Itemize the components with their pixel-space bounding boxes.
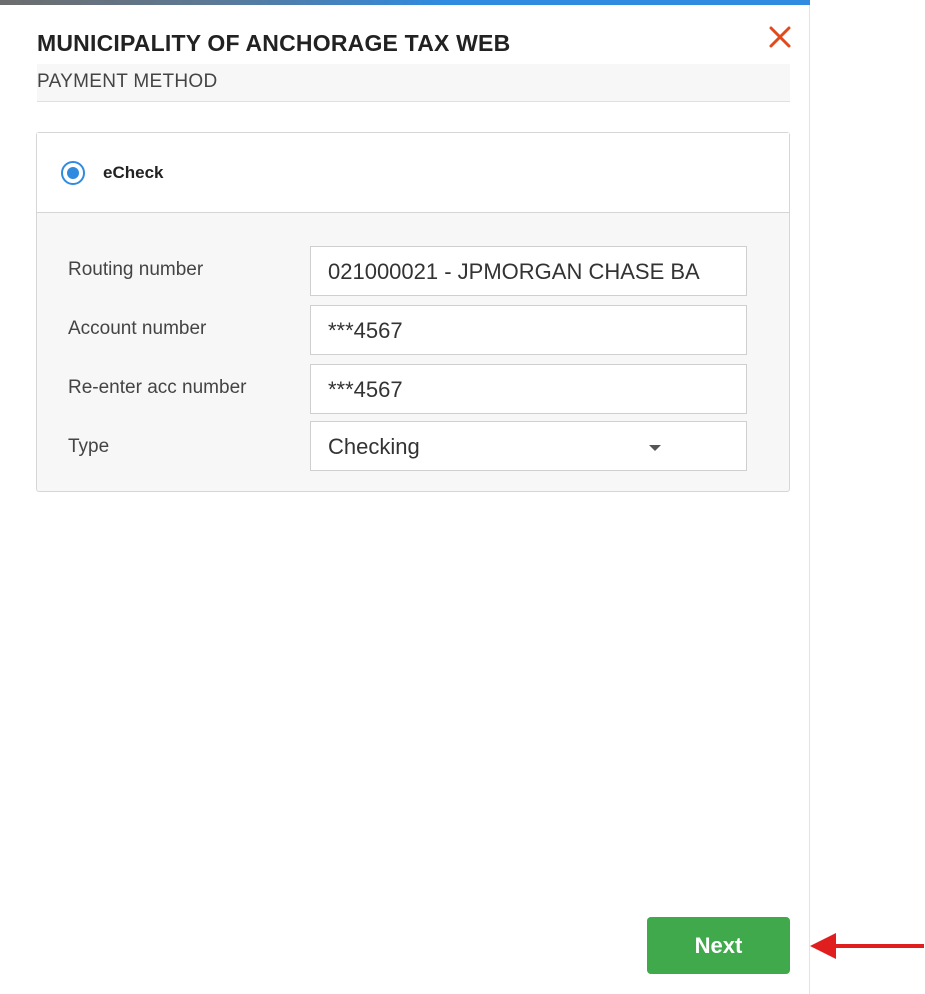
account-number-field[interactable]: ***4567 <box>310 305 747 355</box>
account-number-label: Account number <box>68 318 207 339</box>
chevron-down-icon <box>649 445 661 451</box>
type-label: Type <box>68 436 110 457</box>
echeck-label: eCheck <box>103 163 164 182</box>
red-arrow-icon <box>810 933 924 959</box>
section-title: PAYMENT METHOD <box>37 71 218 92</box>
page-title: MUNICIPALITY OF ANCHORAGE TAX WEB <box>37 30 511 56</box>
reenter-account-field[interactable]: ***4567 <box>310 364 747 414</box>
echeck-option[interactable]: eCheck <box>37 133 789 213</box>
close-icon[interactable] <box>767 24 793 50</box>
radio-selected-dot <box>67 167 79 179</box>
payment-panel: MUNICIPALITY OF ANCHORAGE TAX WEB PAYMEN… <box>0 0 810 994</box>
routing-number-label: Routing number <box>68 259 204 280</box>
section-header: PAYMENT METHOD <box>37 64 790 102</box>
reenter-account-label: Re-enter acc number <box>68 377 247 398</box>
payment-method-box: eCheck Routing number 021000021 - JPMORG… <box>36 132 790 492</box>
top-accent-bar <box>0 0 810 5</box>
echeck-radio[interactable] <box>61 161 85 185</box>
routing-number-field[interactable]: 021000021 - JPMORGAN CHASE BA <box>310 246 747 296</box>
next-button[interactable]: Next <box>647 917 790 974</box>
account-type-select[interactable]: Checking <box>310 421 747 471</box>
account-type-value: Checking <box>328 434 420 459</box>
